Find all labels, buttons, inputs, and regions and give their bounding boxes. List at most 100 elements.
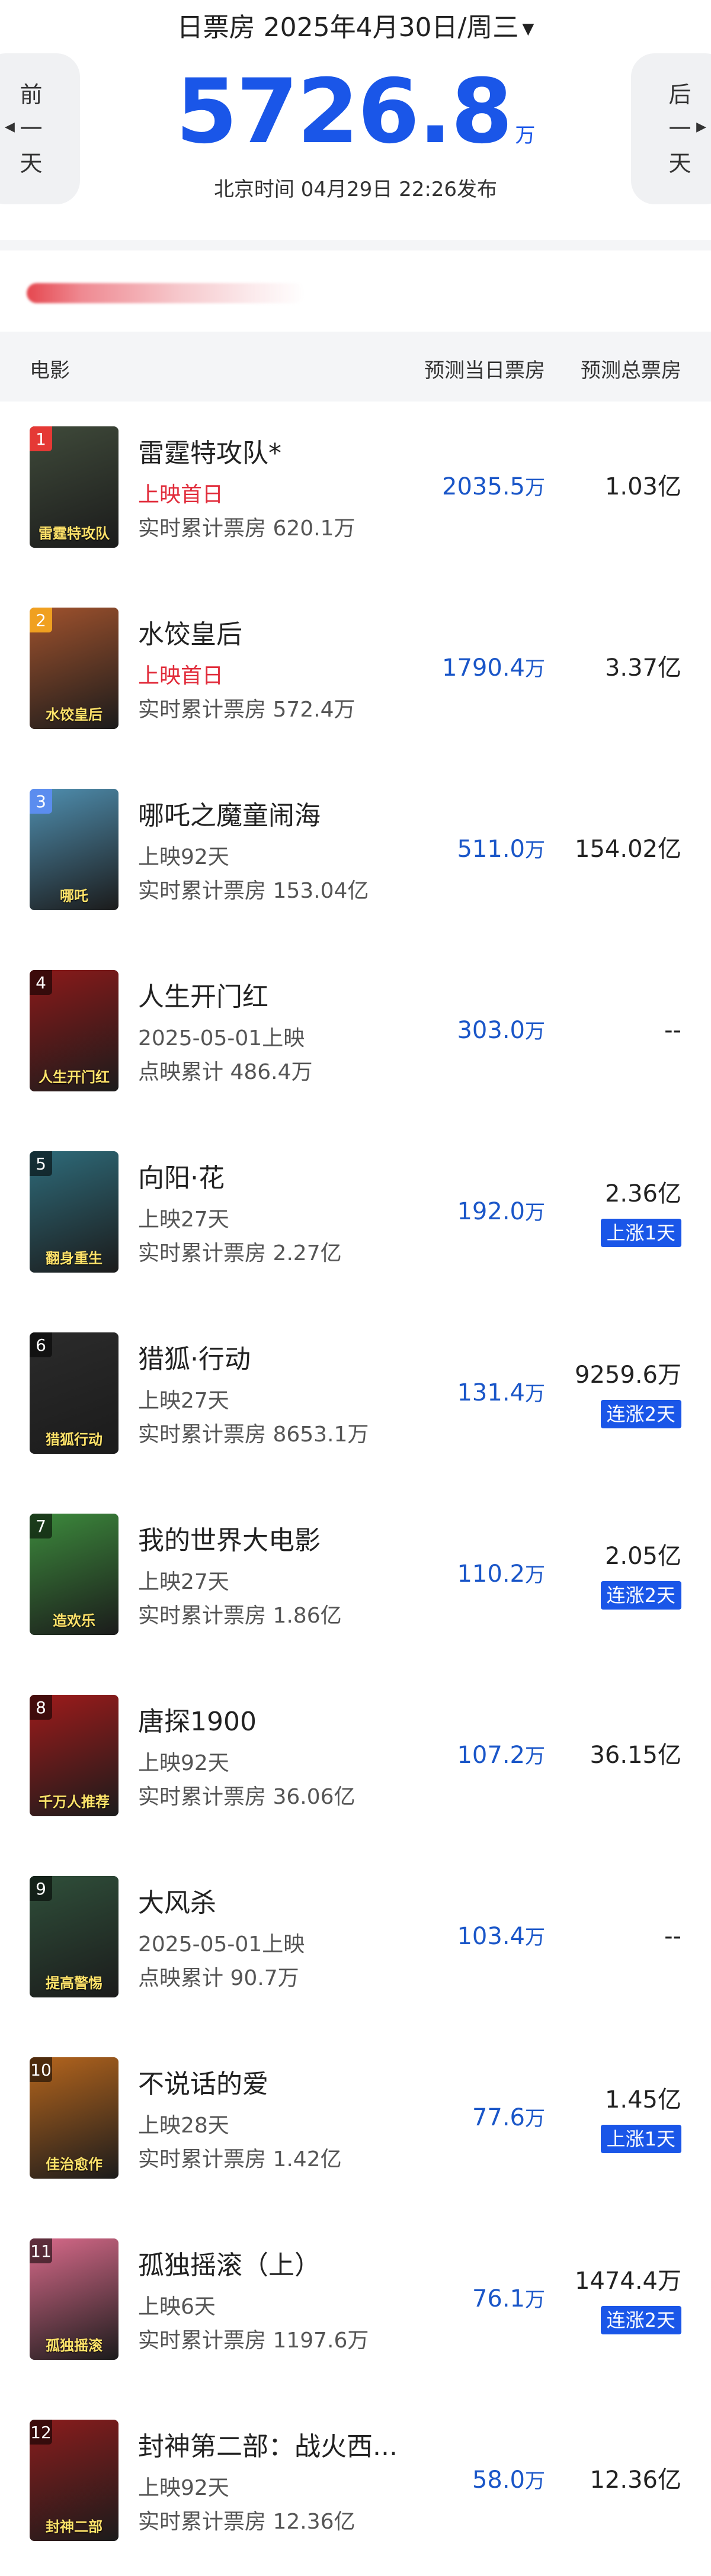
movie-poster[interactable]: 1 雷霆特攻队 (30, 426, 118, 548)
table-row[interactable]: 11 孤独摇滚 孤独摇滚（上） 上映6天实时累计票房 1197.6万 76.1万 1474… (0, 2214, 711, 2395)
table-row[interactable]: 3 哪吒 哪吒之魔童闹海 上映92天 实时累计票房 153.04亿 511.0万 154.0… (0, 764, 711, 945)
movie-cumulative: 实时累计票房 8653.1万 (138, 1422, 369, 1447)
movie-poster[interactable]: 7 造欢乐 (30, 1514, 118, 1635)
movie-poster[interactable]: 8 千万人推荐 (30, 1695, 118, 1816)
movie-poster[interactable]: 4 人生开门红 (30, 970, 118, 1091)
movie-title: 封神第二部：战火西... (138, 2432, 398, 2462)
day-forecast-value: 511.0万 (457, 834, 545, 866)
movie-poster[interactable]: 3 哪吒 (30, 789, 118, 910)
total-box-office: 5726.8 万 (0, 62, 711, 186)
next-label-3: 天 (668, 150, 691, 176)
total-forecast-value: 1474.4万 (575, 2267, 681, 2295)
total-forecast-value: 1.03亿 (604, 473, 681, 500)
movie-cumulative: 点映累计 486.4万 (138, 1060, 313, 1084)
movie-cumulative: 实时累计票房 1197.6万 (138, 2328, 369, 2353)
trend-badge: 上涨1天 (600, 2125, 681, 2153)
day-forecast-unit: 万 (525, 1926, 545, 1949)
movie-status: 上映6天 (138, 2295, 216, 2319)
day-forecast-value: 1790.4万 (442, 653, 545, 685)
movie-poster[interactable]: 5 翻身重生 (30, 1151, 118, 1273)
movie-title: 孤独摇滚（上） (138, 2250, 321, 2281)
day-forecast-unit: 万 (525, 1020, 545, 1043)
total-forecast-value: 1.45亿 (604, 2086, 681, 2114)
table-row[interactable]: 7 造欢乐 我的世界大电影 上映27天 实时累计票房 1.86亿 110.2万 2.05亿连… (0, 1489, 711, 1670)
day-forecast-unit: 万 (525, 657, 545, 681)
day-forecast-value: 103.4万 (457, 1921, 545, 1953)
poster-title: 孤独摇滚 (46, 2337, 103, 2354)
movie-poster[interactable]: 10 佳治愈作 (30, 2057, 118, 2179)
movie-title: 向阳·花 (138, 1163, 225, 1193)
total-forecast-value: 154.02亿 (575, 836, 681, 863)
page-title: 日票房 2025年4月30日/周三 (177, 12, 519, 43)
movie-status: 上映92天 (138, 1751, 229, 1775)
table-row[interactable]: 1 雷霆特攻队 雷霆特攻队* 上映首日 实时累计票房 620.1万 2035.5万 1.03… (0, 402, 711, 583)
movie-title: 大风杀 (138, 1888, 216, 1918)
table-row[interactable]: 12 封神二部 封神第二部：战火西... 上映92天 实时累计票房 12.36亿 58.0… (0, 2395, 711, 2576)
day-forecast-number: 1790.4 (442, 654, 525, 682)
day-forecast-unit: 万 (525, 476, 545, 500)
table-row[interactable]: 4 人生开门红 人生开门红 2025-05-01上映 点映累计 486.4万 303.0万… (0, 945, 711, 1126)
next-day-button[interactable]: ▶ 后 一 天 (631, 53, 711, 204)
rank-badge: 6 (30, 1332, 52, 1357)
movie-poster[interactable]: 9 提高警惕 (30, 1876, 118, 1997)
movie-status: 上映首日 (138, 483, 224, 507)
day-forecast-number: 58.0 (472, 2466, 525, 2494)
movie-title: 哪吒之魔童闹海 (138, 801, 321, 831)
movie-cumulative: 实时累计票房 1.86亿 (138, 1604, 342, 1628)
column-day-forecast[interactable]: 预测当日票房 (424, 354, 545, 383)
movie-status: 上映92天 (138, 845, 229, 869)
table-row[interactable]: 8 千万人推荐 唐探1900 上映92天 实时累计票房 36.06亿 107.2万 36.1… (0, 1670, 711, 1851)
table-row[interactable]: 5 翻身重生 向阳·花 上映27天 实时累计票房 2.27亿 192.0万 2.36亿 上涨1… (0, 1126, 711, 1308)
rank-badge: 1 (30, 426, 52, 451)
movie-poster[interactable]: 2 水饺皇后 (30, 608, 118, 729)
blurred-banner (27, 283, 305, 303)
day-forecast-value: 107.2万 (457, 1740, 545, 1772)
poster-title: 水饺皇后 (46, 706, 103, 723)
caret-down-icon: ▼ (522, 20, 534, 38)
movie-poster[interactable]: 6 猎狐行动 (30, 1332, 118, 1454)
rank-badge: 4 (30, 970, 52, 995)
table-row[interactable]: 10 佳治愈作 不说话的爱 上映28天 实时累计票房 1.42亿 77.6万 1.45亿 上涨… (0, 2032, 711, 2214)
movie-cumulative: 实时累计票房 12.36亿 (138, 2510, 356, 2534)
prev-day-button[interactable]: ◀ 前 一 天 (0, 53, 80, 204)
rank-badge: 8 (30, 1695, 52, 1720)
movie-status: 上映27天 (138, 1570, 229, 1594)
date-selector[interactable]: 日票房 2025年4月30日/周三 ▼ (0, 7, 711, 50)
next-label-1: 后 (668, 81, 691, 108)
movie-poster[interactable]: 11 孤独摇滚 (30, 2238, 118, 2360)
day-forecast-number: 107.2 (457, 1742, 525, 1769)
day-forecast-number: 303.0 (457, 1017, 525, 1044)
poster-title: 雷霆特攻队 (39, 525, 110, 542)
day-forecast-value: 192.0万 (457, 1196, 545, 1228)
total-forecast-value: 2.05亿 (604, 1543, 681, 1570)
day-forecast-number: 2035.5 (442, 473, 525, 500)
day-forecast-number: 192.0 (457, 1198, 525, 1225)
total-forecast-value: 9259.6万 (575, 1361, 681, 1389)
total-forecast-value: 2.36亿 (604, 1180, 681, 1207)
rank-badge: 2 (30, 608, 52, 632)
movie-status: 上映首日 (138, 664, 224, 688)
day-forecast-number: 76.1 (472, 2285, 525, 2312)
poster-title: 猎狐行动 (46, 1431, 103, 1448)
movie-title: 人生开门红 (138, 982, 268, 1012)
table-row[interactable]: 9 提高警惕 大风杀 2025-05-01上映 点映累计 90.7万 103.4万 -- (0, 1851, 711, 2032)
day-forecast-value: 76.1万 (472, 2283, 545, 2315)
poster-title: 封神二部 (46, 2519, 103, 2535)
table-row[interactable]: 6 猎狐行动 猎狐·行动 上映27天 实时累计票房 8653.1万 131.4万 9259.… (0, 1308, 711, 1489)
movie-poster[interactable]: 12 封神二部 (30, 2420, 118, 2541)
header: 日票房 2025年4月30日/周三 ▼ 5726.8 万 北京时间 04月29日 2… (0, 0, 711, 240)
day-forecast-unit: 万 (525, 839, 545, 862)
poster-title: 造欢乐 (53, 1613, 95, 1629)
movie-cumulative: 实时累计票房 620.1万 (138, 516, 356, 541)
movie-status: 2025-05-01上映 (138, 1932, 305, 1957)
movie-title: 水饺皇后 (138, 619, 242, 650)
column-total-forecast[interactable]: 预测总票房 (581, 354, 681, 383)
movie-title: 不说话的爱 (138, 2069, 268, 2099)
table-row[interactable]: 2 水饺皇后 水饺皇后 上映首日 实时累计票房 572.4万 1790.4万 3.37亿 (0, 583, 711, 764)
day-forecast-value: 77.6万 (472, 2102, 545, 2134)
day-forecast-unit: 万 (525, 2107, 545, 2131)
day-forecast-unit: 万 (525, 1382, 545, 1406)
poster-title: 哪吒 (60, 888, 88, 904)
day-forecast-value: 2035.5万 (442, 471, 545, 503)
rank-badge: 11 (30, 2238, 52, 2263)
